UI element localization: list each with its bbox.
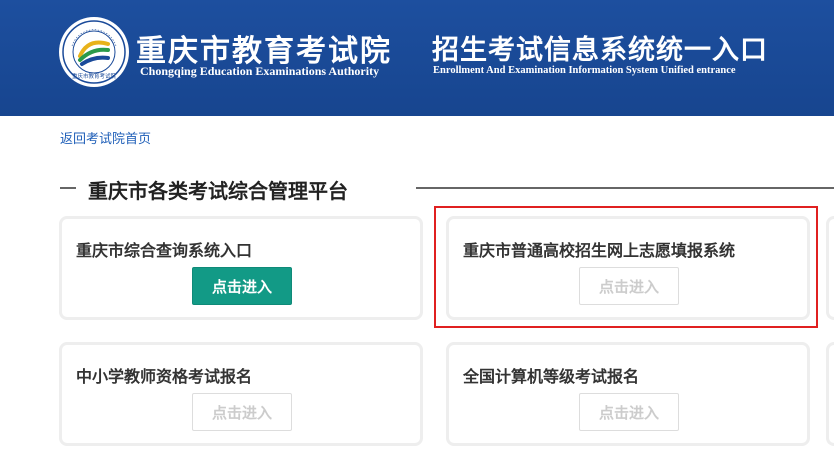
card-teacher-qualification: 中小学教师资格考试报名 点击进入 (59, 342, 423, 446)
back-to-home-link[interactable]: 返回考试院首页 (60, 128, 151, 147)
enter-button[interactable]: 点击进入 (192, 393, 292, 431)
card-partial-edge (826, 216, 834, 320)
site-header: 重庆市教育考试院 重庆市教育考试院 Chongqing Education Ex… (0, 0, 834, 116)
enter-button[interactable]: 点击进入 (192, 267, 292, 305)
logo-bottom-text: 重庆市教育考试院 (72, 72, 117, 80)
authority-name-en: Chongqing Education Examinations Authori… (140, 64, 380, 78)
card-title: 重庆市综合查询系统入口 (76, 241, 253, 260)
card-computer-exam: 全国计算机等级考试报名 点击进入 (446, 342, 810, 446)
card-title: 全国计算机等级考试报名 (463, 367, 640, 386)
section-title: 重庆市各类考试综合管理平台 (88, 179, 348, 203)
section-divider-left (60, 187, 76, 189)
highlight-annotation-box (434, 206, 818, 328)
system-title-en: Enrollment And Examination Information S… (433, 65, 736, 76)
system-title-cn: 招生考试信息系统统一入口 (432, 35, 768, 66)
card-query-system: 重庆市综合查询系统入口 点击进入 (59, 216, 423, 320)
card-partial-edge (826, 342, 834, 446)
enter-button[interactable]: 点击进入 (579, 393, 679, 431)
card-title: 中小学教师资格考试报名 (76, 367, 253, 386)
authority-logo-icon[interactable]: 重庆市教育考试院 (58, 16, 130, 88)
section-divider-right (416, 187, 834, 189)
